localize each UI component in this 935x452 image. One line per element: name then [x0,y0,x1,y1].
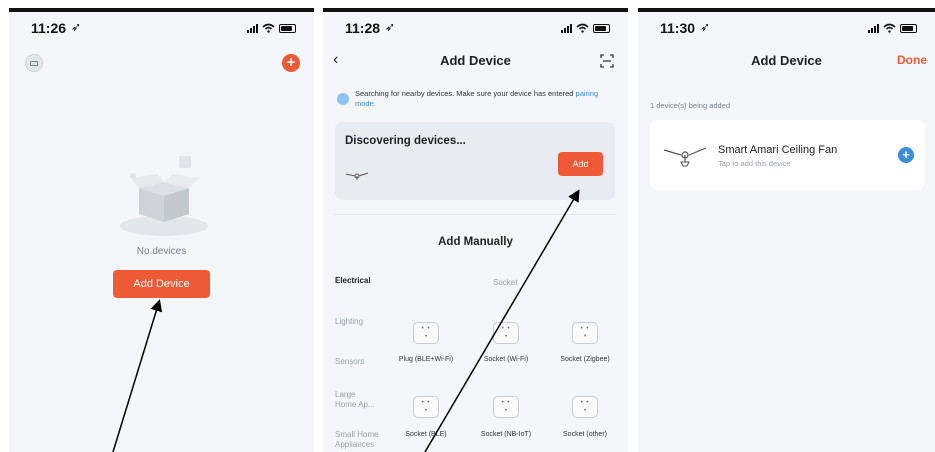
ceiling-fan-icon [345,172,369,180]
done-button[interactable]: Done [897,53,927,67]
wifi-icon [262,23,275,33]
plug-icon[interactable] [413,322,439,344]
category-large-home-appliances[interactable]: Large Home Ap... [335,390,375,410]
tutorial-stage: 11:26 ➶ + No devices Add Device 11:28 ➶ … [0,0,935,452]
nav-bar: ‹ Add Device [323,48,628,74]
location-arrow-icon: ➶ [700,20,711,34]
device-socket-zigbee[interactable]: Socket (Zigbee) [555,355,615,364]
discover-label: Discovering devices... [345,135,466,147]
category-small-home-appliances[interactable]: Small Home Appliances [335,430,385,450]
status-time: 11:30 [660,20,696,36]
device-socket-nb-iot[interactable]: Socket (NB-IoT) [476,430,536,439]
system-icons [561,23,610,33]
status-bar: 11:28 ➶ [323,20,628,38]
battery-icon [279,23,296,33]
divider [335,214,616,215]
wifi-icon [576,23,589,33]
status-time: 11:28 [345,20,381,36]
home-selector-icon[interactable] [25,54,43,72]
page-title: Add Device [440,53,511,68]
category-sensors[interactable]: Sensors [335,357,380,367]
search-notice: Searching for nearby devices. Make sure … [355,89,610,109]
socket-icon[interactable] [572,396,598,418]
device-socket-wifi[interactable]: Socket (Wi-Fi) [476,355,536,364]
bluetooth-status-icon [337,93,349,105]
add-device-search-screen: 11:28 ➶ ‹ Add Device Searching for nearb… [323,8,628,452]
home-screen: 11:26 ➶ + No devices Add Device [9,8,314,452]
device-socket-other[interactable]: Socket (other) [555,430,615,439]
page-title: Add Device [751,53,822,68]
device-card[interactable]: Smart Amari Ceiling Fan Tap to add this … [650,120,925,190]
location-arrow-icon: ➶ [385,20,396,34]
status-bar: 11:30 ➶ [638,20,935,38]
add-device-result-screen: 11:30 ➶ Add Device Done 1 device(s) bein… [638,8,935,452]
device-socket-ble[interactable]: Socket (BLE) [396,430,456,439]
status-time: 11:26 [31,20,67,36]
signal-icon [868,23,879,33]
ceiling-fan-icon [663,147,707,167]
socket-subheader: Socket [493,278,518,287]
add-device-button[interactable]: Add Device [113,270,210,298]
nav-bar: Add Device Done [638,48,935,74]
add-manually-title: Add Manually [438,236,513,248]
socket-icon[interactable] [572,322,598,344]
socket-icon[interactable] [493,322,519,344]
signal-icon [247,23,258,33]
battery-icon [593,23,610,33]
location-arrow-icon: ➶ [71,20,82,34]
added-count-text: 1 device(s) being added [650,101,731,110]
signal-icon [561,23,572,33]
battery-icon [900,23,917,33]
add-plus-icon[interactable]: + [898,147,914,163]
wifi-icon [883,23,896,33]
device-name: Smart Amari Ceiling Fan [718,144,838,156]
empty-box-icon [120,156,208,236]
add-plus-icon[interactable]: + [282,54,300,72]
device-subtitle: Tap to add this device [718,159,791,168]
device-plug-ble-wifi[interactable]: Plug (BLE+Wi-Fi) [396,355,456,364]
socket-icon[interactable] [493,396,519,418]
socket-icon[interactable] [413,396,439,418]
search-notice-text: Searching for nearby devices. Make sure … [355,89,576,98]
status-bar: 11:26 ➶ [9,20,314,38]
system-icons [247,23,296,33]
scan-icon[interactable] [600,54,614,68]
empty-state-text: No devices [136,246,187,257]
category-electrical[interactable]: Electrical [335,276,371,285]
category-lighting[interactable]: Lighting [335,317,380,327]
add-button[interactable]: Add [558,152,603,176]
discover-card: Discovering devices... Add [335,122,615,200]
system-icons [868,23,917,33]
